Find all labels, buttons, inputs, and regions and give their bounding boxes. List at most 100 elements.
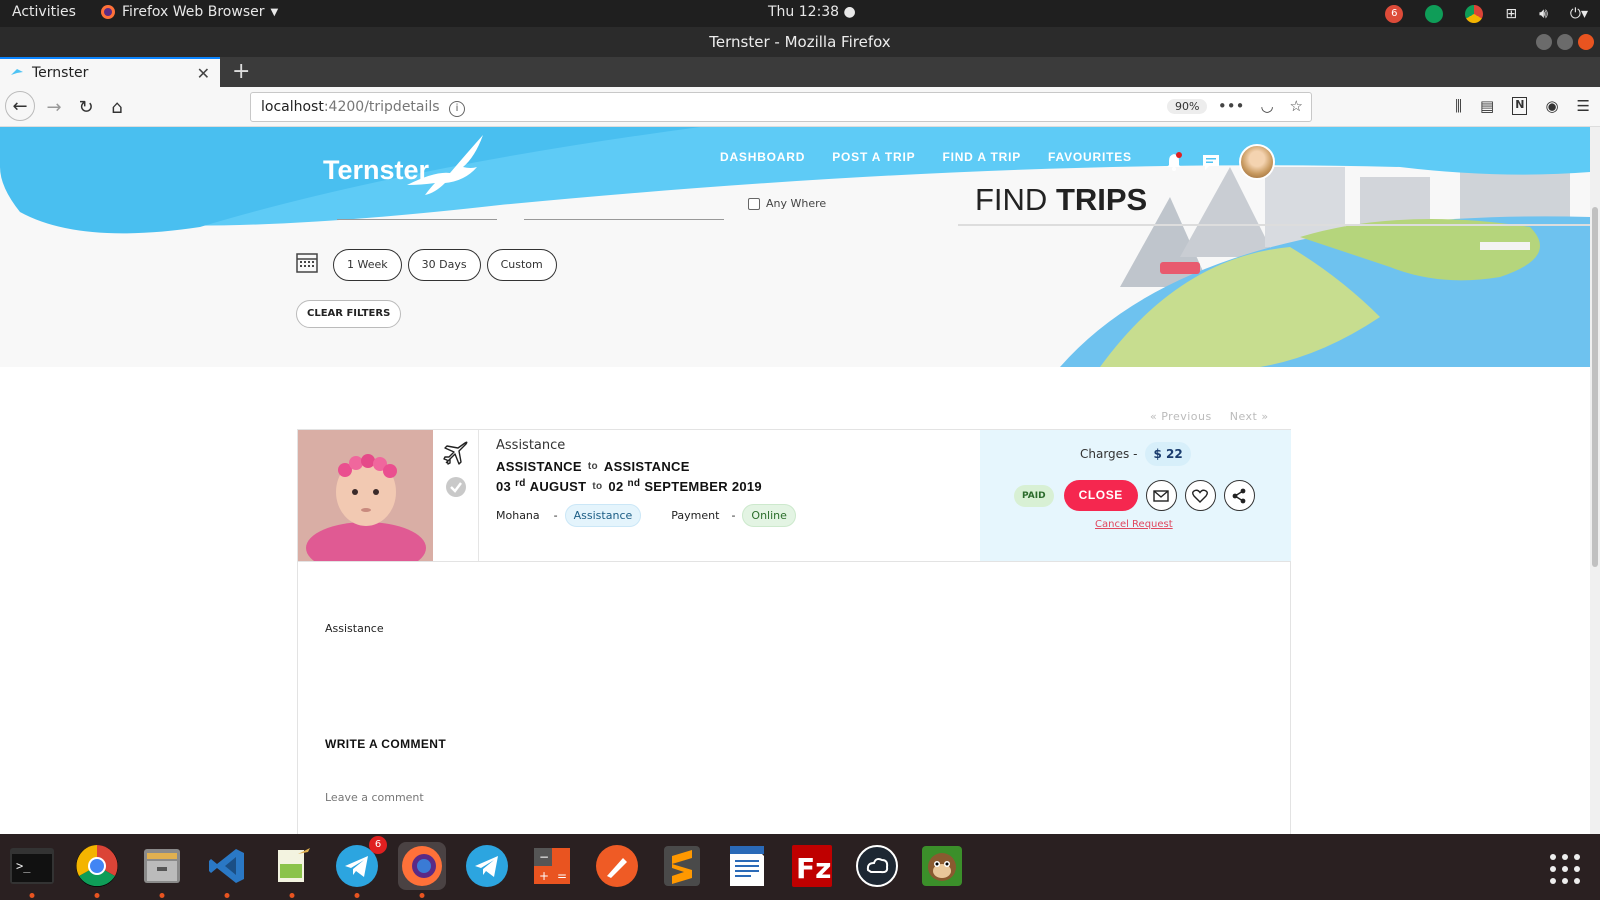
page-title-bold: TRIPS [1055, 182, 1148, 217]
scrollbar-thumb[interactable] [1592, 207, 1598, 567]
site-info-icon[interactable]: i [449, 101, 465, 117]
start-day-suffix: rd [515, 478, 526, 489]
show-applications-icon[interactable] [1550, 854, 1580, 884]
running-indicator [354, 893, 360, 898]
range-30-days-button[interactable]: 30 Days [407, 249, 481, 281]
meta-separator: - [731, 509, 736, 522]
calendar-icon[interactable] [296, 251, 318, 273]
checkbox-box[interactable] [748, 197, 760, 210]
libreoffice-writer-icon[interactable] [723, 842, 771, 890]
nav-post-a-trip[interactable]: POST A TRIP [832, 150, 915, 164]
trip-type: Assistance [496, 438, 566, 453]
close-tab-icon[interactable]: ✕ [197, 64, 210, 83]
unread-badge: 6 [369, 836, 387, 854]
clear-filters-button[interactable]: CLEAR FILTERS [296, 300, 402, 328]
trip-photo [298, 430, 433, 561]
url-actions: ••• ◡ ☆ [1218, 97, 1303, 115]
activities-button[interactable]: Activities [12, 4, 76, 20]
airplane-icon [443, 441, 468, 465]
bell-icon[interactable] [1165, 152, 1183, 172]
nav-favourites[interactable]: FAVOURITES [1048, 150, 1132, 164]
trip-card: Assistance ASSISTANCE to ASSISTANCE 03rd AU… [297, 429, 1291, 562]
trip-description: Assistance [325, 622, 384, 635]
running-indicator [224, 893, 230, 898]
monkey-app-icon[interactable] [918, 842, 966, 890]
window-title: Ternster - Mozilla Firefox [709, 33, 891, 51]
trip-user[interactable]: Mohana [496, 509, 540, 522]
maximize-button[interactable] [1557, 34, 1573, 50]
user-avatar[interactable] [1239, 144, 1275, 180]
chrome-icon[interactable] [1465, 4, 1484, 23]
sublime-text-icon[interactable] [658, 842, 706, 890]
chrome-notification-icon[interactable]: 6 [1385, 4, 1404, 23]
comment-input[interactable]: Leave a comment [325, 791, 424, 804]
back-arrow-icon[interactable]: ← [5, 91, 35, 121]
firefox-dock-icon[interactable] [398, 842, 446, 898]
envelope-icon [1153, 489, 1170, 502]
meta-separator: - [553, 509, 558, 522]
to-input-underline[interactable] [524, 219, 724, 220]
app-menu[interactable]: Firefox Web Browser ▼ [100, 4, 278, 20]
trip-dates: 03rd AUGUST to 02nd SEPTEMBER 2019 [496, 478, 796, 494]
next-link[interactable]: Next » [1230, 410, 1269, 423]
hangouts-icon[interactable] [1425, 4, 1444, 23]
volume-icon[interactable]: 🔊︎ [1539, 6, 1548, 22]
navigation-toolbar: ← → ↻ ⌂ i localhost:4200/tripdetails 90%… [0, 87, 1600, 127]
sidebar-icon[interactable]: ▤ [1480, 97, 1494, 115]
bookmark-star-icon[interactable]: ☆ [1290, 97, 1303, 115]
range-custom-button[interactable]: Custom [486, 249, 557, 281]
zoom-indicator[interactable]: 90% [1167, 99, 1208, 114]
start-day: 03 [496, 479, 512, 494]
web-page: Ternster DASHBOARD POST A TRIP FIND A TR… [0, 127, 1590, 834]
page-title-light: FIND [975, 182, 1056, 217]
system-top-bar: Activities Firefox Web Browser ▼ Thu 12:… [0, 0, 1600, 27]
previous-link[interactable]: « Previous [1150, 410, 1212, 423]
telegram-desktop-icon[interactable] [463, 842, 511, 890]
files-icon[interactable] [138, 842, 186, 898]
postman-icon[interactable] [593, 842, 641, 890]
share-button[interactable] [1223, 480, 1255, 511]
filezilla-icon[interactable]: Fz [788, 842, 836, 890]
forward-arrow-icon[interactable]: → [40, 93, 68, 121]
chrome-dock-icon[interactable] [73, 842, 121, 898]
home-icon[interactable]: ⌂ [103, 93, 131, 121]
page-actions-icon[interactable]: ••• [1218, 97, 1245, 115]
account-icon[interactable]: ◉ [1545, 97, 1558, 115]
email-button[interactable] [1145, 480, 1177, 511]
trip-route: ASSISTANCE to ASSISTANCE [496, 459, 796, 474]
nav-find-a-trip[interactable]: FIND A TRIP [942, 150, 1021, 164]
comment-section-title: WRITE A COMMENT [325, 737, 447, 751]
cancel-request-link[interactable]: Cancel Request [1095, 519, 1173, 530]
power-icon[interactable]: ⏻▾ [1570, 6, 1588, 22]
nav-dashboard[interactable]: DASHBOARD [720, 150, 805, 164]
calculator-icon[interactable]: − + = [528, 842, 576, 890]
terminal-icon[interactable]: >_ [8, 842, 56, 898]
vscode-icon[interactable] [203, 842, 251, 898]
hamburger-menu-icon[interactable]: ☰ [1577, 97, 1590, 115]
end-day: 02 [608, 479, 624, 494]
close-trip-button[interactable]: CLOSE [1063, 480, 1138, 511]
route-from: ASSISTANCE [496, 459, 582, 474]
new-tab-icon[interactable]: + [232, 59, 250, 84]
reload-icon[interactable]: ↻ [72, 93, 100, 121]
window-close-button[interactable] [1578, 34, 1594, 50]
network-icon[interactable]: ⊞ [1505, 6, 1517, 22]
minimize-button[interactable] [1536, 34, 1552, 50]
chat-icon[interactable] [1201, 153, 1221, 171]
pagination: « Previous Next » [1150, 410, 1269, 423]
trip-icon-column [433, 430, 479, 561]
page-scrollbar[interactable] [1590, 127, 1600, 834]
telegram-icon[interactable]: 6 [333, 836, 387, 898]
extension-n-icon[interactable]: N [1512, 97, 1528, 115]
text-editor-icon[interactable] [268, 842, 316, 898]
pocket-icon[interactable]: ◡ [1260, 97, 1273, 115]
tab-ternster[interactable]: Ternster ✕ [0, 57, 220, 87]
favourite-button[interactable] [1184, 480, 1216, 511]
clock[interactable]: Thu 12:38 ● [768, 4, 856, 20]
any-where-checkbox[interactable]: Any Where [748, 197, 826, 210]
from-input-underline[interactable] [337, 219, 497, 220]
range-1-week-button[interactable]: 1 Week [333, 249, 402, 281]
cloud-app-icon[interactable] [853, 842, 901, 890]
library-icon[interactable]: ⫼ [1455, 97, 1462, 115]
url-bar[interactable]: i localhost:4200/tripdetails 90% ••• ◡ ☆ [250, 92, 1312, 122]
